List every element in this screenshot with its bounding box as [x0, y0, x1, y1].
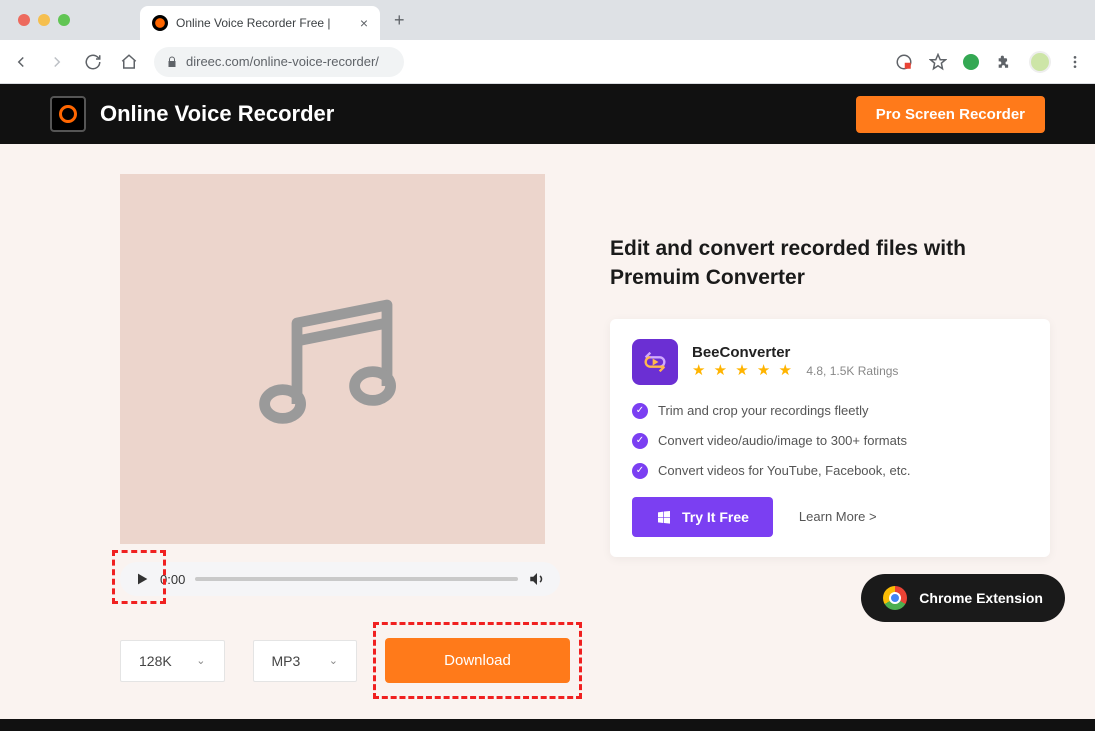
bitrate-value: 128K: [139, 653, 172, 669]
beeconverter-app-icon: [632, 339, 678, 385]
export-controls: 128K ⌄ MP3 ⌄ Download: [120, 638, 570, 683]
browser-tab[interactable]: Online Voice Recorder Free | ×: [140, 6, 380, 40]
music-note-icon: [243, 269, 423, 449]
window-minimize[interactable]: [38, 14, 50, 26]
feature-text: Convert videos for YouTube, Facebook, et…: [658, 463, 910, 478]
volume-icon[interactable]: [528, 570, 546, 588]
window-close[interactable]: [18, 14, 30, 26]
site-logo-icon: [50, 96, 86, 132]
format-value: MP3: [272, 653, 301, 669]
promo-card: BeeConverter ★ ★ ★ ★ ★ 4.8, 1.5K Ratings…: [610, 319, 1050, 557]
pro-recorder-button[interactable]: Pro Screen Recorder: [856, 96, 1045, 133]
try-free-label: Try It Free: [682, 509, 749, 525]
toolbar-right: [895, 51, 1083, 73]
chrome-logo-icon: [883, 586, 907, 610]
address-bar[interactable]: direec.com/online-voice-recorder/: [154, 47, 404, 77]
home-icon[interactable]: [120, 53, 138, 71]
window-controls: [18, 14, 70, 26]
lock-icon: [166, 56, 178, 68]
puzzle-icon[interactable]: [995, 53, 1013, 71]
feature-text: Trim and crop your recordings fleetly: [658, 403, 869, 418]
browser-chrome: Online Voice Recorder Free | × + direec.…: [0, 0, 1095, 84]
menu-dots-icon[interactable]: [1067, 54, 1083, 70]
audio-cover: [120, 174, 545, 544]
feature-item: ✓ Convert videos for YouTube, Facebook, …: [632, 463, 1028, 479]
check-icon: ✓: [632, 433, 648, 449]
site-title: Online Voice Recorder: [100, 101, 334, 127]
tab-title: Online Voice Recorder Free |: [176, 16, 352, 30]
check-icon: ✓: [632, 403, 648, 419]
audio-player: 0:00: [120, 562, 560, 596]
footer-bar: [0, 719, 1095, 731]
extension-dot-icon[interactable]: [963, 54, 979, 70]
try-free-button[interactable]: Try It Free: [632, 497, 773, 537]
window-maximize[interactable]: [58, 14, 70, 26]
profile-avatar[interactable]: [1029, 51, 1051, 73]
rating-text: 4.8, 1.5K Ratings: [806, 364, 898, 378]
url-text: direec.com/online-voice-recorder/: [186, 54, 379, 69]
new-tab-button[interactable]: +: [394, 10, 405, 31]
download-wrap: Download: [385, 638, 570, 683]
promo-actions: Try It Free Learn More >: [632, 497, 1028, 537]
bitrate-select[interactable]: 128K ⌄: [120, 640, 225, 682]
play-highlight-annotation: [112, 550, 166, 604]
chrome-extension-button[interactable]: Chrome Extension: [861, 574, 1065, 622]
promo-header: BeeConverter ★ ★ ★ ★ ★ 4.8, 1.5K Ratings: [632, 339, 1028, 385]
site-header: Online Voice Recorder Pro Screen Recorde…: [0, 84, 1095, 144]
tab-close-icon[interactable]: ×: [360, 15, 368, 31]
player-seek-slider[interactable]: [195, 577, 518, 581]
promo-heading: Edit and convert recorded files with Pre…: [610, 234, 1050, 293]
chevron-down-icon: ⌄: [196, 654, 205, 667]
tab-bar: Online Voice Recorder Free | × +: [0, 0, 1095, 40]
feature-item: ✓ Trim and crop your recordings fleetly: [632, 403, 1028, 419]
feature-item: ✓ Convert video/audio/image to 300+ form…: [632, 433, 1028, 449]
tab-favicon-icon: [152, 15, 168, 31]
download-highlight-annotation: [373, 622, 582, 699]
learn-more-link[interactable]: Learn More >: [799, 509, 877, 524]
nav-controls: [12, 53, 138, 71]
windows-icon: [656, 509, 672, 525]
rating-stars-icon: ★ ★ ★ ★ ★: [692, 362, 794, 379]
forward-icon[interactable]: [48, 53, 66, 71]
star-icon[interactable]: [929, 53, 947, 71]
back-icon[interactable]: [12, 53, 30, 71]
main-content: 0:00 128K ⌄ MP3 ⌄ Download Edit and conv…: [0, 144, 1095, 723]
chrome-extension-label: Chrome Extension: [919, 590, 1043, 606]
extension-badge-icon[interactable]: [895, 53, 913, 71]
check-icon: ✓: [632, 463, 648, 479]
format-select[interactable]: MP3 ⌄: [253, 640, 358, 682]
reload-icon[interactable]: [84, 53, 102, 71]
chevron-down-icon: ⌄: [329, 654, 338, 667]
left-column: 0:00 128K ⌄ MP3 ⌄ Download: [120, 174, 570, 683]
feature-text: Convert video/audio/image to 300+ format…: [658, 433, 907, 448]
promo-app-name: BeeConverter: [692, 344, 898, 361]
browser-toolbar: direec.com/online-voice-recorder/: [0, 40, 1095, 84]
